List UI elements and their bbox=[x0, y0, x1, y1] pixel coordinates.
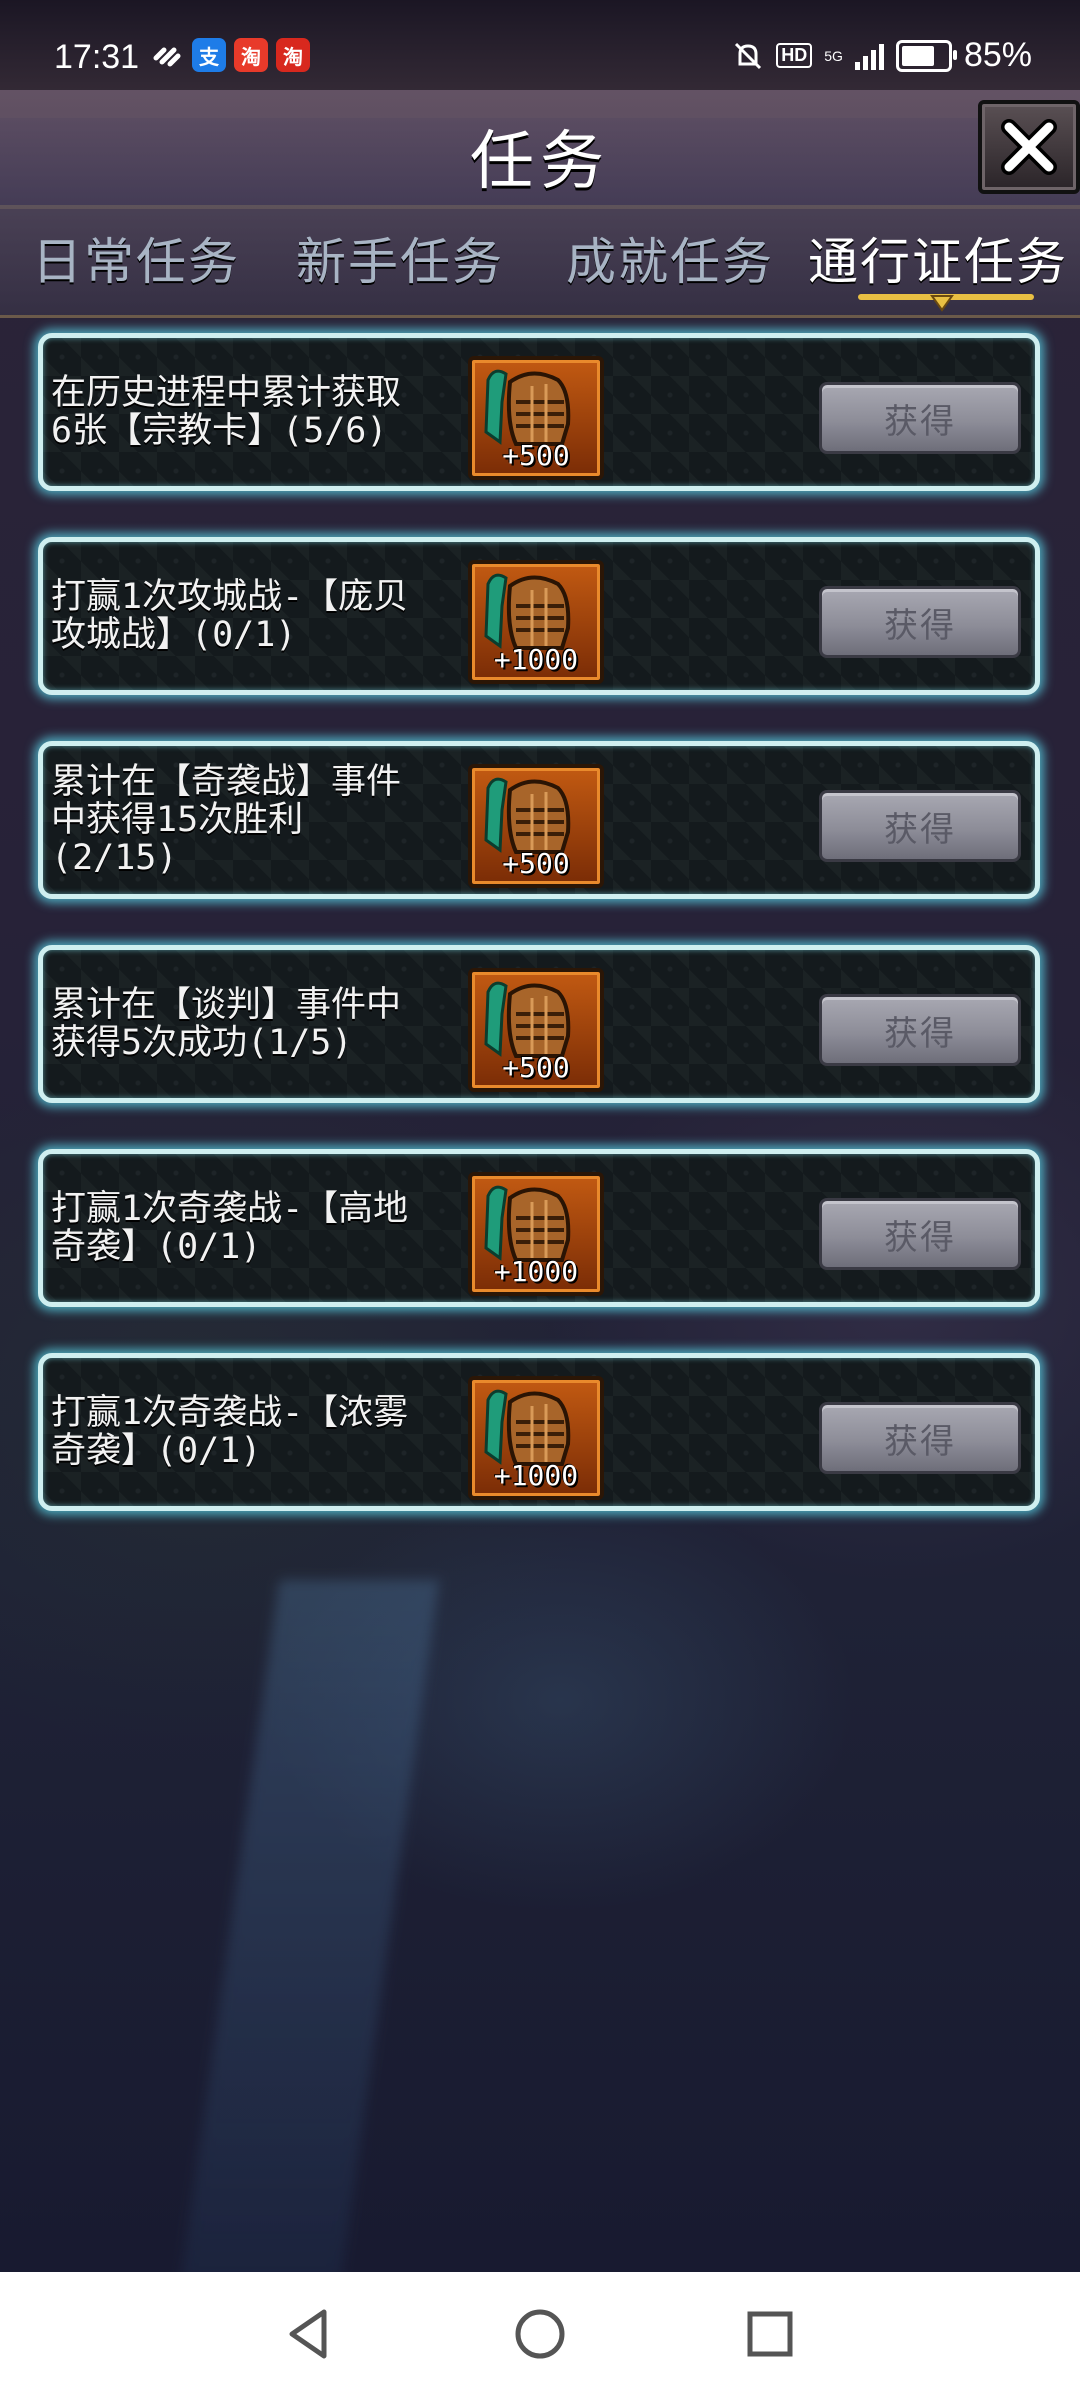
reward-amount: +1000 bbox=[493, 1255, 579, 1288]
task-description: 在历史进程中累计获取 6张【宗教卡】(5/6) bbox=[51, 373, 402, 451]
reward-amount: +500 bbox=[502, 1051, 570, 1084]
status-time: 17:31 bbox=[54, 38, 140, 76]
task-description: 打赢1次奇袭战-【高地 奇袭】(0/1) bbox=[51, 1189, 409, 1267]
reward-item[interactable]: +500 bbox=[468, 968, 604, 1092]
network-label: 5G bbox=[824, 47, 843, 64]
reward-item[interactable]: +1000 bbox=[468, 1376, 604, 1500]
task-description: 累计在【奇袭战】事件 中获得15次胜利 (2/15) bbox=[51, 762, 402, 878]
claim-button[interactable]: 获得 bbox=[819, 382, 1021, 454]
bell-muted-icon bbox=[735, 42, 762, 69]
task-description: 打赢1次奇袭战-【浓雾 奇袭】(0/1) bbox=[51, 1393, 409, 1471]
app-icon-1: 支 bbox=[192, 38, 226, 72]
tab-indicator-arrow-icon bbox=[930, 295, 954, 312]
home-icon[interactable] bbox=[510, 2304, 570, 2364]
reward-item[interactable]: +500 bbox=[468, 764, 604, 888]
close-x-icon bbox=[1001, 119, 1057, 175]
claim-button[interactable]: 获得 bbox=[819, 1198, 1021, 1270]
claim-button[interactable]: 获得 bbox=[819, 790, 1021, 862]
task-description: 打赢1次攻城战-【庞贝 攻城战】(0/1) bbox=[51, 577, 409, 655]
task-card: 累计在【谈判】事件中 获得5次成功(1/5) +500 获得 bbox=[38, 945, 1040, 1103]
tab-achievement[interactable]: 成就任务 bbox=[566, 222, 774, 294]
status-app-icons: 支 淘 淘 bbox=[150, 38, 310, 72]
reward-amount: +500 bbox=[502, 439, 570, 472]
reward-amount: +500 bbox=[502, 847, 570, 880]
task-description: 累计在【谈判】事件中 获得5次成功(1/5) bbox=[51, 985, 402, 1063]
back-icon[interactable] bbox=[280, 2304, 340, 2364]
battery-percent: 85% bbox=[963, 36, 1032, 74]
hd-badge: HD bbox=[776, 43, 813, 68]
app-icon-2: 淘 bbox=[234, 38, 268, 72]
tab-pass[interactable]: 通行证任务 bbox=[808, 222, 1068, 294]
recents-icon[interactable] bbox=[740, 2304, 800, 2364]
signal-icon bbox=[854, 42, 884, 70]
reward-item[interactable]: +1000 bbox=[468, 1172, 604, 1296]
task-card: 打赢1次奇袭战-【高地 奇袭】(0/1) +1000 获得 bbox=[38, 1149, 1040, 1307]
tab-newbie[interactable]: 新手任务 bbox=[296, 222, 504, 294]
page-title: 任务 bbox=[470, 125, 610, 199]
reward-item[interactable]: +500 bbox=[468, 356, 604, 480]
reward-amount: +1000 bbox=[493, 643, 579, 676]
system-nav-bar bbox=[0, 2272, 1080, 2388]
tab-daily[interactable]: 日常任务 bbox=[32, 222, 240, 294]
reward-item[interactable]: +1000 bbox=[468, 560, 604, 684]
task-card: 打赢1次攻城战-【庞贝 攻城战】(0/1) +1000 获得 bbox=[38, 537, 1040, 695]
claim-button[interactable]: 获得 bbox=[819, 1402, 1021, 1474]
link-icon bbox=[153, 47, 181, 67]
task-card: 打赢1次奇袭战-【浓雾 奇袭】(0/1) +1000 获得 bbox=[38, 1353, 1040, 1511]
close-button[interactable] bbox=[978, 100, 1080, 194]
task-card: 累计在【奇袭战】事件 中获得15次胜利 (2/15) +500 获得 bbox=[38, 741, 1040, 899]
app-icon-3: 淘 bbox=[276, 38, 310, 72]
reward-amount: +1000 bbox=[493, 1459, 579, 1492]
battery-icon bbox=[895, 39, 957, 72]
task-card: 在历史进程中累计获取 6张【宗教卡】(5/6) +500 获得 bbox=[38, 333, 1040, 491]
status-right: HD 5G 85% bbox=[732, 36, 1032, 75]
claim-button[interactable]: 获得 bbox=[819, 586, 1021, 658]
claim-button[interactable]: 获得 bbox=[819, 994, 1021, 1066]
